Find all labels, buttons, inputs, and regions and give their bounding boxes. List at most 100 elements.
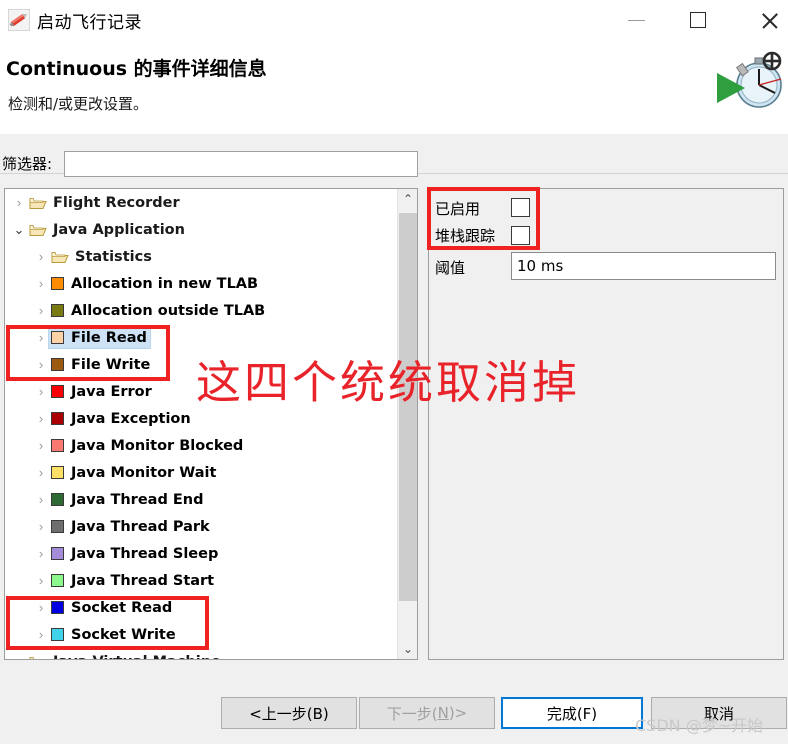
minimize-icon [627,19,645,21]
chevron-right-icon[interactable]: › [33,519,49,534]
tree-row-content[interactable]: Java Thread End [49,490,206,510]
tree-row[interactable]: › File Write [5,351,397,378]
chevron-right-icon[interactable]: › [33,465,49,480]
tree-row-content[interactable]: Statistics [49,247,155,267]
tree-scrollbar[interactable]: ⌃ ⌄ [397,189,417,659]
enabled-checkbox[interactable] [511,198,530,217]
chevron-right-icon[interactable]: › [11,654,27,659]
back-button[interactable]: <上一步(B) [221,697,357,729]
chevron-right-icon[interactable]: › [33,384,49,399]
folder-icon [51,250,69,264]
maximize-icon [690,12,706,28]
chevron-right-icon[interactable]: › [33,600,49,615]
tree-row-content[interactable]: Socket Read [49,598,175,618]
page-subtitle: 检测和/或更改设置。 [8,95,149,113]
chevron-right-icon[interactable]: › [33,330,49,345]
chevron-right-icon[interactable]: › [33,573,49,588]
chevron-right-icon[interactable]: › [33,303,49,318]
tree-row-content[interactable]: Socket Write [49,625,179,645]
flight-recorder-dialog: 启动飞行记录 Continuous 的事件详细信息 检测和/或更改设置。 筛选器… [0,0,788,744]
event-color-swatch [51,601,64,614]
tree-row[interactable]: › File Read [5,324,397,351]
scroll-up-icon[interactable]: ⌃ [398,189,417,209]
filter-input[interactable] [64,151,418,177]
scrollbar-thumb[interactable] [399,213,417,601]
tree-row[interactable]: › Java Exception [5,405,397,432]
event-color-swatch [51,547,64,560]
tree-row-content[interactable]: Java Error [49,382,155,402]
chevron-right-icon[interactable]: › [33,492,49,507]
cancel-button[interactable]: 取消 [651,697,787,729]
chevron-right-icon[interactable]: › [33,357,49,372]
tree-row-content[interactable]: Java Thread Start [49,571,217,591]
event-color-swatch [51,439,64,452]
tree-row-label: Java Thread Park [71,518,210,535]
tree-row-label: File Write [71,356,151,373]
chevron-right-icon[interactable]: › [33,546,49,561]
tree-row-content[interactable]: Java Thread Park [49,517,213,537]
chevron-down-icon[interactable]: ⌄ [11,222,27,238]
chevron-right-icon[interactable]: › [33,276,49,291]
tree-row-content[interactable]: Java Monitor Blocked [49,436,246,456]
event-color-swatch [51,277,64,290]
tree-row-content[interactable]: Java Thread Sleep [49,544,221,564]
tree-row-content[interactable]: Java Application [27,220,188,240]
finish-button[interactable]: 完成(F) [501,697,643,729]
tree-row[interactable]: › Java Monitor Wait [5,459,397,486]
tree-row[interactable]: › Java Thread End [5,486,397,513]
event-tree[interactable]: › Flight Recorder ⌄ Java Application › Statis… [5,189,397,659]
event-color-swatch [51,493,64,506]
tree-row[interactable]: › Java Error [5,378,397,405]
event-color-swatch [51,412,64,425]
tree-row[interactable]: › Java Virtual Machine [5,648,397,659]
tree-row[interactable]: › Allocation in new TLAB [5,270,397,297]
maximize-button[interactable] [675,0,721,40]
tree-row[interactable]: › Socket Write [5,621,397,648]
tree-row[interactable]: › Allocation outside TLAB [5,297,397,324]
scroll-down-icon[interactable]: ⌄ [398,639,417,659]
close-button[interactable] [746,0,788,40]
tree-row[interactable]: › Java Thread Sleep [5,540,397,567]
tree-row-content[interactable]: Java Virtual Machine [27,652,224,659]
tree-row[interactable]: › Flight Recorder [5,189,397,216]
tree-row[interactable]: › Statistics [5,243,397,270]
tree-row-label: Java Thread Sleep [71,545,219,562]
minimize-button[interactable] [613,0,659,40]
chevron-right-icon[interactable]: › [33,411,49,426]
tree-row[interactable]: ⌄ Java Application [5,216,397,243]
tree-row-label: Java Thread End [71,491,204,508]
tree-row-label: Java Thread Start [71,572,215,589]
close-icon [760,11,779,30]
folder-icon [29,223,47,237]
tree-row[interactable]: › Java Thread Park [5,513,397,540]
folder-icon [29,196,47,210]
tree-row-content[interactable]: File Read [48,326,151,349]
tree-row-label: Socket Read [71,599,173,616]
tree-row-content[interactable]: Java Monitor Wait [49,463,219,483]
chevron-right-icon[interactable]: › [33,249,49,264]
tree-row[interactable]: › Java Thread Start [5,567,397,594]
tree-row[interactable]: › Socket Read [5,594,397,621]
event-color-swatch [51,304,64,317]
stopwatch-play-icon [715,45,785,115]
chevron-right-icon[interactable]: › [33,627,49,642]
event-color-swatch [51,331,64,344]
chevron-right-icon[interactable]: › [33,438,49,453]
tree-row-content[interactable]: File Write [49,355,153,375]
stacktrace-checkbox[interactable] [511,226,530,245]
tree-row-label: Java Application [53,221,185,238]
tree-row-content[interactable]: Allocation outside TLAB [49,301,268,321]
tree-row-content[interactable]: Flight Recorder [27,193,183,213]
dialog-header: Continuous 的事件详细信息 检测和/或更改设置。 [0,40,788,174]
event-color-swatch [51,520,64,533]
filter-label: 筛选器: [2,155,53,173]
tree-row[interactable]: › Java Monitor Blocked [5,432,397,459]
tree-row-label: Socket Write [71,626,176,643]
tree-row-label: Allocation outside TLAB [71,302,266,319]
tree-row-label: Java Error [71,383,152,400]
tree-row-content[interactable]: Java Exception [49,409,194,429]
tree-row-content[interactable]: Allocation in new TLAB [49,274,261,294]
threshold-label: 阈值 [435,259,466,277]
chevron-right-icon[interactable]: › [11,195,27,210]
threshold-input[interactable] [511,252,776,280]
